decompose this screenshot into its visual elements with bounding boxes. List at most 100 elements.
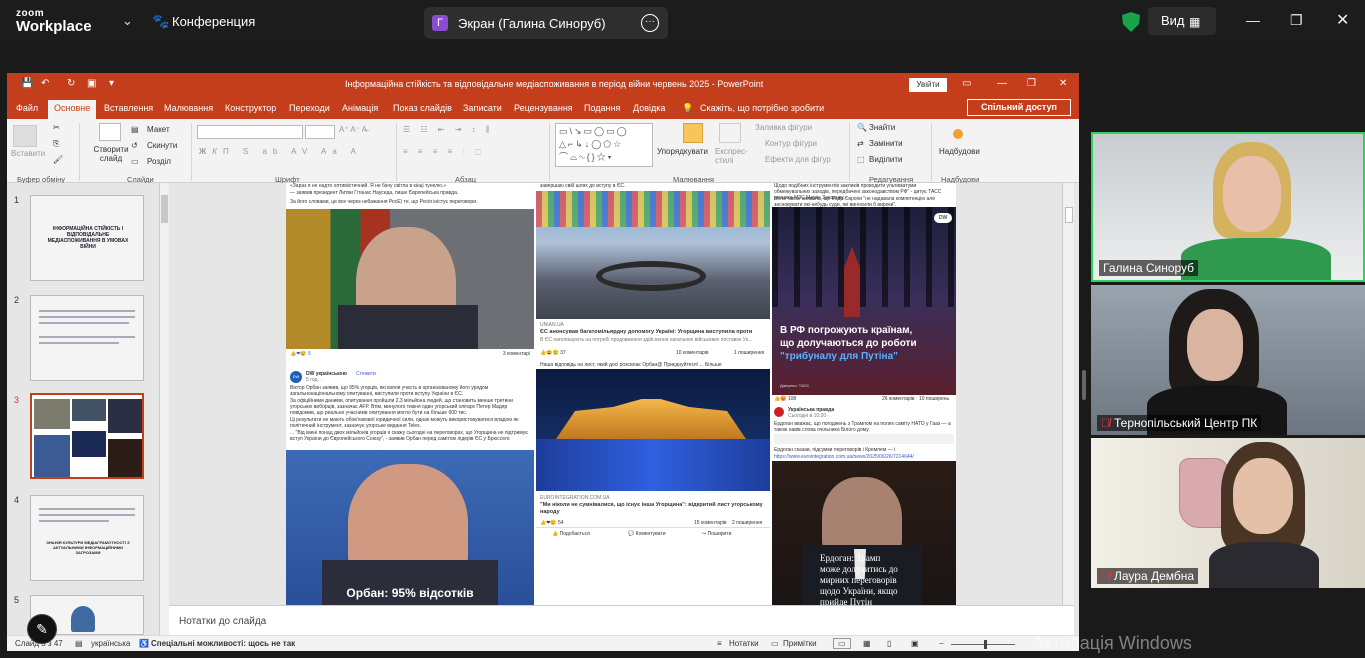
video-tile-1[interactable]: Галина Синоруб <box>1091 132 1365 282</box>
sorter-view-icon[interactable]: ▦ <box>863 639 871 648</box>
status-accessibility[interactable]: Спеціальні можливості: щось не так <box>151 639 295 648</box>
tab-record[interactable]: Записати <box>463 103 502 113</box>
addins-button[interactable]: Надбудови <box>939 147 980 156</box>
shapes-gallery[interactable]: ▭\↘▭◯▭◯ △⌐↳↓◯⬠☆ ⌒⌓∿{}☆▾ <box>555 123 653 167</box>
close-icon[interactable]: ✕ <box>1336 10 1349 30</box>
video-tile-3[interactable]: 🎙̸ Лаура Дембна <box>1091 438 1365 588</box>
conference-label[interactable]: Конференция <box>172 14 255 29</box>
save-icon[interactable]: 💾 <box>21 78 33 89</box>
align-icons[interactable]: ≡ ≡ ≡ ≡ ⫶ ⬚ <box>403 147 485 157</box>
share-button[interactable]: Спільний доступ <box>967 99 1071 116</box>
ppt-minimize-icon[interactable]: — <box>997 78 1007 89</box>
notes-pane[interactable]: Нотатки до слайда <box>169 605 1074 635</box>
tab-design[interactable]: Конструктор <box>225 103 276 113</box>
customize-icon[interactable]: ▾ <box>109 78 114 89</box>
slide-scrollbar[interactable] <box>1062 183 1074 605</box>
arrange-button[interactable]: Упорядкувати <box>657 147 708 156</box>
tab-animations[interactable]: Анімація <box>342 103 378 113</box>
accessibility-icon[interactable]: ♿ <box>139 639 149 648</box>
reset-button[interactable]: Скинути <box>147 141 177 150</box>
new-slide-button[interactable]: Створити слайд <box>91 145 131 163</box>
tab-view[interactable]: Подання <box>584 103 620 113</box>
tab-help[interactable]: Довідка <box>633 103 665 113</box>
addins-icon[interactable] <box>953 129 963 139</box>
post6-link[interactable]: https://www.eurointegration.com.ua/news/… <box>774 454 914 460</box>
section-button[interactable]: Розділ <box>147 157 171 166</box>
zoom-slider[interactable] <box>951 644 1015 645</box>
tab-review[interactable]: Рецензування <box>514 103 573 113</box>
ppt-restore-icon[interactable]: ❐ <box>1027 78 1036 89</box>
post5-share-button[interactable]: ↪ Поширити <box>702 531 731 537</box>
panel-resize-handle[interactable] <box>1082 370 1086 400</box>
notes-icon: ≡ <box>717 639 722 648</box>
post5-like-button[interactable]: 👍 Подобається <box>552 531 590 537</box>
security-shield-icon[interactable] <box>1122 12 1140 32</box>
layout-button[interactable]: Макет <box>147 125 170 134</box>
spellcheck-icon[interactable]: ▤ <box>75 639 83 648</box>
minimize-icon[interactable]: — <box>1246 12 1260 28</box>
copy-icon[interactable]: ⎘ <box>53 139 59 149</box>
arrange-icon[interactable] <box>683 123 703 143</box>
shape-outline-button[interactable]: Контур фігури <box>765 139 817 148</box>
annotate-pen-icon[interactable]: ✎ <box>27 614 57 644</box>
ribbon-display-icon[interactable]: ▭ <box>962 78 971 89</box>
tab-insert[interactable]: Вставлення <box>104 103 153 113</box>
select-button[interactable]: Виділити <box>869 155 903 164</box>
post5-comment-button[interactable]: 💬 Коментувати <box>628 531 666 537</box>
quick-styles-icon[interactable] <box>719 123 741 143</box>
tab-transitions[interactable]: Переходи <box>289 103 330 113</box>
font-size-dropdown[interactable] <box>305 125 335 139</box>
comments-toggle[interactable]: Примітки <box>783 639 817 648</box>
font-grow-icon[interactable]: A⁺ A⁻ A̶ <box>339 125 367 134</box>
font-format-icons[interactable]: ЖКП S ab AV Aa A <box>199 147 362 156</box>
redo-icon[interactable]: ↻ <box>67 78 75 89</box>
list-icons[interactable]: ☰ ☷ ⇤ ⇥ ↕ ⫼ <box>403 125 494 135</box>
shape-fill-button[interactable]: Заливка фігури <box>755 123 812 132</box>
undo-icon[interactable]: ↶ <box>41 78 49 89</box>
quick-styles-button[interactable]: Експрес-стилі <box>715 147 755 165</box>
thumb-slide-2[interactable] <box>30 295 144 381</box>
tab-slideshow[interactable]: Показ слайдів <box>393 103 452 113</box>
video-tile-2[interactable]: 🎙̸ Тернопільський Центр ПК <box>1091 285 1365 435</box>
thumb-slide-1[interactable]: ІНФОРМАЦІЙНА СТІЙКІСТЬ І ВІДПОВІДАЛЬНЕ М… <box>30 195 144 281</box>
thumb-slide-3[interactable] <box>30 393 144 479</box>
cut-icon[interactable]: ✂ <box>53 123 60 132</box>
zoom-slider-thumb[interactable] <box>984 640 987 649</box>
new-slide-icon[interactable] <box>99 123 121 141</box>
format-painter-icon[interactable]: 🖌 <box>53 155 63 164</box>
shape-effects-button[interactable]: Ефекти для фігур <box>765 155 831 164</box>
font-name-dropdown[interactable] <box>197 125 303 139</box>
tab-home[interactable]: Основне <box>48 100 97 119</box>
post6-text: Ердоган вважає, що погоджень з Трампом н… <box>774 421 951 433</box>
post5-text: Наша відповідь на лист, який досі розсил… <box>540 362 722 368</box>
maximize-icon[interactable]: ❐ <box>1290 12 1303 29</box>
more-options-icon[interactable]: ··· <box>641 14 659 32</box>
tell-me-input[interactable]: Скажіть, що потрібно зробити <box>700 103 824 113</box>
paste-button[interactable]: Вставити <box>11 149 45 158</box>
orban-caption: Орбан: 95% відсотків <box>346 586 474 600</box>
thumb-slide-4[interactable]: ЗНАНІЯ КУЛЬТУРИ МЕДІАГРАМОТНОСТІ З АКТУА… <box>30 495 144 581</box>
post4-follow[interactable]: Стежити <box>356 371 376 377</box>
ppt-close-icon[interactable]: ✕ <box>1059 78 1067 89</box>
normal-view-icon[interactable]: ▭ <box>833 638 851 649</box>
tab-file[interactable]: Файл <box>16 103 38 113</box>
reading-view-icon[interactable]: ▯ <box>887 639 891 648</box>
replace-button[interactable]: Замінити <box>869 139 903 148</box>
tab-draw[interactable]: Малювання <box>164 103 213 113</box>
thumbs-scrollbar[interactable] <box>159 183 169 635</box>
notes-placeholder[interactable]: Нотатки до слайда <box>179 616 266 627</box>
thumb-1-text: ІНФОРМАЦІЙНА СТІЙКІСТЬ І ВІДПОВІДАЛЬНЕ М… <box>47 226 129 250</box>
dw-logo: DW <box>934 213 952 223</box>
notes-toggle[interactable]: Нотатки <box>729 639 759 648</box>
current-slide[interactable]: «Зараз я не надто оптимістичний. Я не ба… <box>286 183 956 607</box>
kremlin-caption1: В РФ погрожують країнам, <box>780 325 913 336</box>
find-button[interactable]: Знайти <box>869 123 895 132</box>
zoom-out-icon[interactable]: − <box>939 639 944 648</box>
slideshow-view-icon[interactable]: ▣ <box>911 639 919 648</box>
chevron-down-icon[interactable]: ⌄ <box>122 13 133 29</box>
signin-button[interactable]: Увійти <box>909 78 947 92</box>
present-icon[interactable]: ▣ <box>87 78 96 89</box>
paste-icon[interactable] <box>13 125 37 147</box>
status-language[interactable]: українська <box>91 639 130 648</box>
post6-toolbar <box>774 434 954 444</box>
